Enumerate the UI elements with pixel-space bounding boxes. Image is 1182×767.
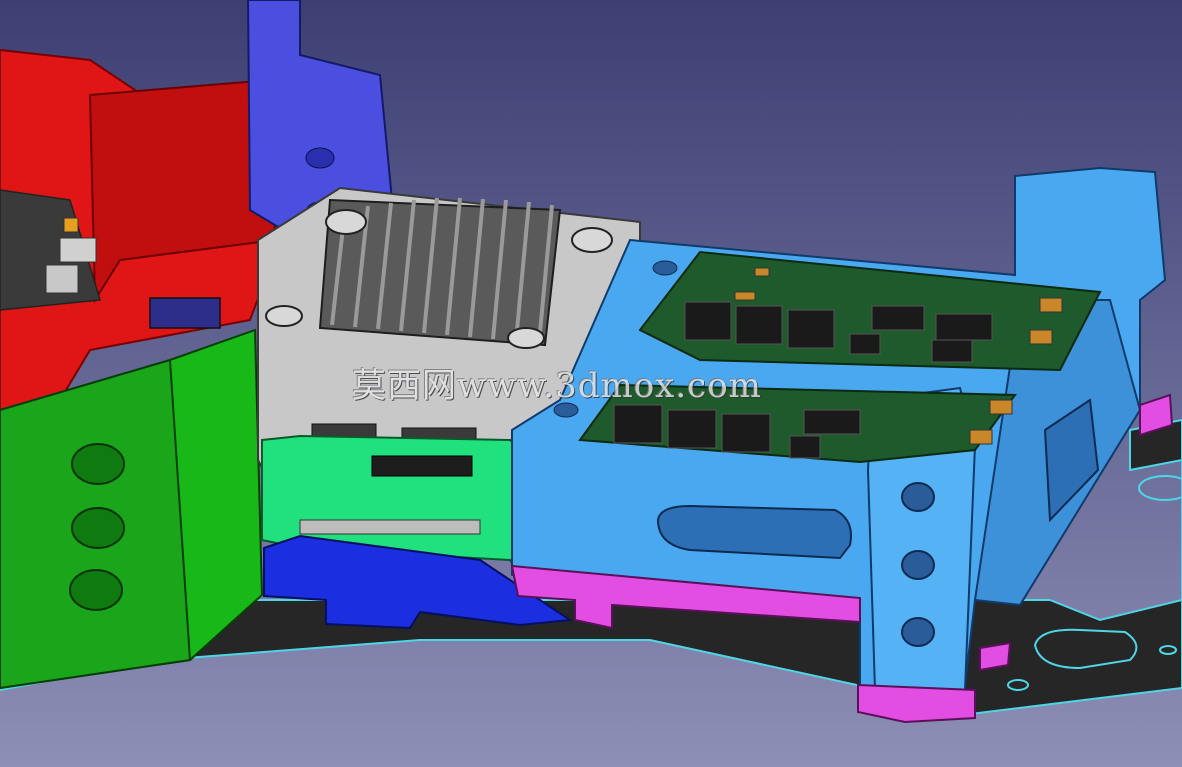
connector-component <box>63 217 79 233</box>
frame-hole <box>901 482 935 512</box>
base-plate-hole-slot <box>1033 628 1138 670</box>
frame-hole <box>553 402 579 418</box>
red-enclosure-window <box>149 297 221 329</box>
mount-hole <box>71 443 125 485</box>
connector-component <box>59 237 97 263</box>
standoff <box>507 327 545 349</box>
ribbon-connector <box>371 455 473 477</box>
frame-hole <box>901 550 935 580</box>
mount-hole <box>71 507 125 549</box>
magenta-spacer[interactable] <box>979 641 1012 672</box>
frame-hole <box>652 260 678 276</box>
frame-slot <box>656 504 852 560</box>
standoff <box>571 227 613 253</box>
standoff <box>265 305 303 327</box>
bracket-slot <box>305 147 335 169</box>
connector-component <box>45 264 79 294</box>
ribbon-connector <box>299 519 481 535</box>
frame-hole <box>901 617 935 647</box>
mount-hole <box>69 569 123 611</box>
cad-viewport[interactable]: 莫西网www.3dmox.com <box>0 0 1182 767</box>
3d-assembly-render <box>0 0 1182 767</box>
standoff <box>325 209 367 235</box>
magenta-spacer[interactable] <box>857 683 976 724</box>
